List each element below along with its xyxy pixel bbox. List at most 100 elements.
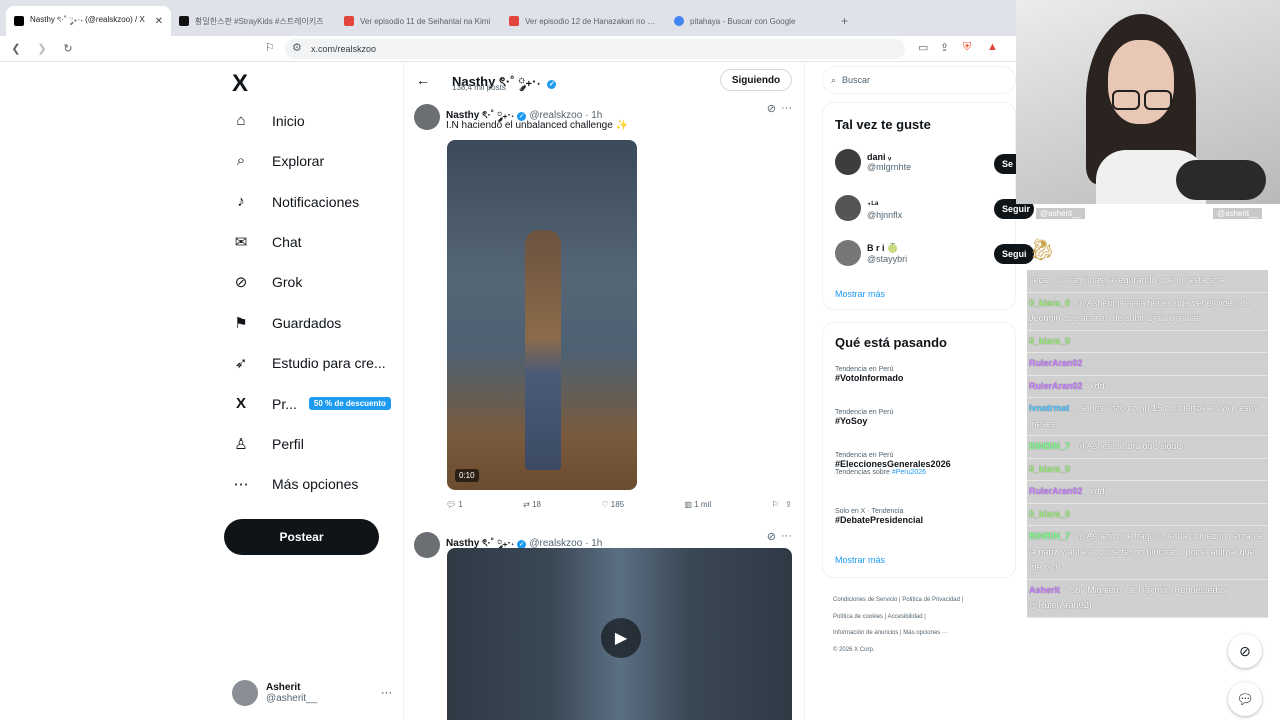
- bookmark-page-icon[interactable]: ⚐: [265, 41, 275, 54]
- nav-item-notifications[interactable]: ♪ Notificaciones: [232, 193, 359, 210]
- url-text: x.com/realskzoo: [311, 44, 377, 54]
- footer-line[interactable]: Información de anuncios | Más opciones ·…: [833, 625, 1023, 642]
- suggestion-item[interactable]: dani ᵥ @mlgrnhte: [835, 149, 911, 175]
- chat-username[interactable]: 0_kiara_0: [1029, 298, 1070, 308]
- share-icon[interactable]: ⇪: [785, 500, 792, 509]
- footer-line[interactable]: Política de cookies | Accesibilidad |: [833, 609, 1023, 626]
- browser-tab-tiktok[interactable]: 황밀한스판 #StrayKids #스트레이키즈: [171, 6, 336, 36]
- url-field[interactable]: x.com/realskzoo: [285, 39, 905, 59]
- footer-line[interactable]: Condiciones de Servicio | Política de Pr…: [833, 592, 1023, 609]
- nav-item-explore[interactable]: ⌕ Explorar: [232, 152, 324, 169]
- bookmark-share-group: ⚐ ⇪: [771, 500, 792, 509]
- back-arrow-icon[interactable]: ←: [416, 72, 430, 88]
- avatar[interactable]: [414, 532, 440, 558]
- browser-tab-episode-11[interactable]: Ver episodio 11 de Seihantai na Kimi: [336, 6, 501, 36]
- glasses-icon: [1112, 90, 1140, 110]
- nav-item-home[interactable]: ⌂ Inicio: [232, 112, 304, 129]
- forward-arrow-icon[interactable]: ❯: [32, 42, 52, 55]
- play-icon[interactable]: ▶: [601, 618, 641, 658]
- more-dots-icon[interactable]: ···: [381, 687, 392, 699]
- footer-line: © 2026 X Corp.: [833, 646, 875, 653]
- trend-item[interactable]: Tendencia en Perú #VotoInformado: [835, 366, 903, 383]
- trend-item[interactable]: Tendencia en Perú #YoSoy: [835, 409, 893, 426]
- chat-text: secar sus lágrimas, asegurando que no es…: [1029, 275, 1226, 285]
- trend-item[interactable]: Tendencia en Perú #EleccionesGenerales20…: [835, 452, 951, 476]
- search-input[interactable]: ⌕ Buscar: [822, 66, 1016, 94]
- tweet[interactable]: Nasthy ৎ·˚ ༘₊·˖ ✓ @realskzoo · 1h ⊘ ··· I.…: [404, 102, 804, 522]
- trend-topic: #EleccionesGenerales2026: [835, 459, 951, 469]
- nav-item-more-options[interactable]: ⋯ Más opciones: [232, 475, 359, 493]
- x-logo-icon[interactable]: X: [232, 70, 248, 98]
- browser-tab-episode-12[interactable]: Ver episodio 12 de Hanazakari no Kimi: [501, 6, 666, 36]
- chat-username[interactable]: 0_kiara_0: [1029, 464, 1070, 474]
- avatar[interactable]: [414, 104, 440, 130]
- tweet-video[interactable]: ▶: [447, 548, 792, 720]
- grok-float-button[interactable]: ⊘: [1228, 634, 1262, 668]
- show-more-link[interactable]: Mostrar más: [835, 555, 885, 565]
- search-icon: ⌕: [831, 74, 837, 85]
- nav-item-creator-studio[interactable]: ➶ Estudio para cre...: [232, 354, 386, 372]
- views-button[interactable]: ▥ 1 mil: [684, 500, 711, 509]
- rocket-icon: ➶: [234, 355, 248, 372]
- nav-item-premium[interactable]: X Pr... 50 % de descuento: [232, 395, 391, 412]
- nav-item-grok[interactable]: ⊘ Grok: [232, 273, 303, 291]
- more-dots-icon[interactable]: ···: [781, 530, 792, 542]
- trend-related-link[interactable]: #Peru2026: [892, 469, 926, 476]
- retweet-button[interactable]: ⇄ 18: [523, 500, 541, 509]
- following-button[interactable]: Siguiendo: [720, 69, 792, 91]
- close-tab-icon[interactable]: ✕: [155, 16, 163, 27]
- post-count: 138,4 mil posts: [452, 83, 506, 92]
- chat-username[interactable]: 0_kiara_0: [1029, 509, 1070, 519]
- bookmark-icon[interactable]: ⚐: [771, 500, 778, 509]
- site-settings-icon[interactable]: ⚙: [292, 41, 302, 54]
- trend-item[interactable]: Solo en X · Tendencia #DebatePresidencia…: [835, 508, 923, 525]
- share-icon[interactable]: ⇪: [940, 41, 949, 54]
- chat-text: :: [1072, 463, 1076, 474]
- chat-username[interactable]: Asherit: [1029, 585, 1060, 595]
- trend-related-prefix: Tendencias sobre: [835, 469, 890, 476]
- chat-message: 0_kiara_0 :: [1027, 504, 1268, 526]
- chat-message: 0_kiara_0 : @Asherit jajajaja tienes que…: [1027, 293, 1268, 331]
- nav-item-chat[interactable]: ✉ Chat: [232, 233, 302, 251]
- grok-icon[interactable]: ⊘: [767, 102, 776, 115]
- chat-username[interactable]: BINBIN_7: [1029, 531, 1070, 541]
- more-dots-icon[interactable]: ···: [781, 102, 792, 114]
- suggestion-handle: @hjnnflx: [867, 209, 903, 220]
- browser-tab-google[interactable]: pitahaya - Buscar con Google: [666, 6, 831, 36]
- brave-shield-icon[interactable]: ⛨: [963, 41, 971, 54]
- chat-username[interactable]: 0_kiara_0: [1029, 336, 1070, 346]
- chat-username[interactable]: lvnatrmat: [1029, 403, 1070, 413]
- screenshot-icon[interactable]: ▭: [918, 41, 928, 54]
- suggestion-item[interactable]: B r i 🍈 @stayybri: [835, 240, 907, 266]
- chat-username[interactable]: RulerAran02: [1029, 381, 1083, 391]
- back-arrow-icon[interactable]: ❮: [6, 42, 26, 55]
- video-thumbnail: [525, 230, 561, 470]
- account-switcher[interactable]: Asherit @asherit__ ···: [232, 680, 392, 706]
- brave-rewards-icon[interactable]: ▲: [987, 41, 998, 53]
- tweet-video[interactable]: 0:10: [447, 140, 637, 490]
- reload-icon[interactable]: ↻: [58, 42, 78, 55]
- post-button[interactable]: Postear: [224, 519, 379, 555]
- chat-username[interactable]: BINBIN_7: [1029, 441, 1070, 451]
- show-more-link[interactable]: Mostrar más: [835, 289, 885, 299]
- suggestion-item[interactable]: ･ᴸᵃ @hjnnflx: [835, 195, 902, 221]
- profile-feed: ← Nasthy ৎ·˚ ༘₊·˖ ✓ 138,4 mil posts Sigu…: [403, 62, 805, 720]
- nav-item-bookmarks[interactable]: ⚑ Guardados: [232, 314, 341, 332]
- nav-item-profile[interactable]: ♙ Perfil: [232, 435, 304, 453]
- new-tab-button[interactable]: +: [841, 14, 848, 28]
- retweet-icon: ⇄: [523, 500, 530, 509]
- tweet[interactable]: Nasthy ৎ·˚ ༘₊·˖ ✓ @realskzoo · 1h ⊘ ··· ▶: [404, 530, 804, 720]
- webcam-overlay: [1016, 0, 1280, 204]
- chat-username[interactable]: RulerAran02: [1029, 358, 1083, 368]
- like-button[interactable]: ♡ 185: [601, 500, 624, 509]
- chat-message: Asherit : 'Soy Migajero' de Raymix (Requ…: [1027, 580, 1268, 618]
- views-icon: ▥: [684, 500, 692, 509]
- nav-label: Más opciones: [272, 476, 359, 492]
- reply-button[interactable]: 💬︎ 1: [446, 500, 463, 509]
- account-name: Asherit: [266, 682, 301, 693]
- grok-icon[interactable]: ⊘: [767, 530, 776, 543]
- messages-float-button[interactable]: 💬︎: [1228, 682, 1262, 716]
- card-title: Qué está pasando: [835, 335, 947, 350]
- chat-username[interactable]: RulerAran02: [1029, 486, 1083, 496]
- browser-tab-x-profile[interactable]: Nasthy ৎ·˚ ༘₊·˖ (@realskzoo) / X ✕: [6, 6, 171, 36]
